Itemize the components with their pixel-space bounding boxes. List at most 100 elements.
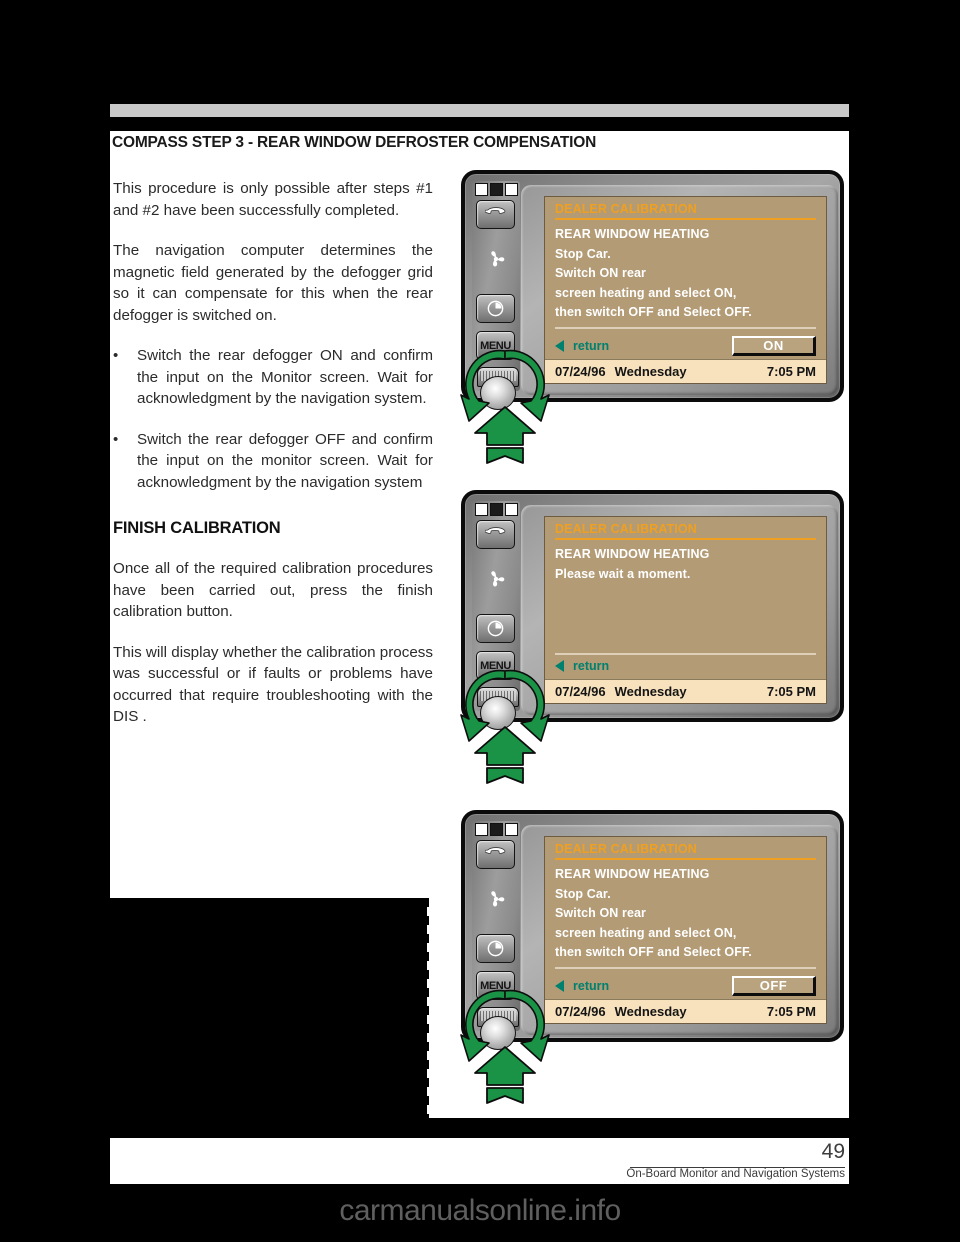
led-indicator-3 bbox=[505, 183, 518, 196]
led-indicator-3 bbox=[505, 503, 518, 516]
return-arrow-icon bbox=[555, 980, 564, 992]
fan-snowflake-icon bbox=[484, 247, 508, 271]
screen-action-row: return OFF bbox=[545, 975, 826, 997]
clock-icon bbox=[487, 940, 504, 957]
status-date: 07/24/96 bbox=[555, 1004, 606, 1019]
display-screen-1: DEALER CALIBRATION REAR WINDOW HEATING S… bbox=[544, 196, 827, 384]
fan-snowflake-icon bbox=[484, 567, 508, 591]
screen-line: then switch OFF and Select OFF. bbox=[555, 945, 752, 959]
phone-handset-icon bbox=[484, 847, 505, 854]
led-indicator-2 bbox=[490, 823, 503, 836]
footer-subtitle: On-Board Monitor and Navigation Systems bbox=[626, 1168, 845, 1180]
status-bar: 07/24/96 Wednesday 7:05 PM bbox=[545, 359, 826, 383]
screen-title: DEALER CALIBRATION bbox=[555, 522, 697, 536]
screen-line: screen heating and select ON, bbox=[555, 285, 737, 300]
fan-snowflake-icon bbox=[484, 887, 508, 911]
paragraph-2: The navigation computer determines the m… bbox=[113, 242, 433, 324]
page-footer: 49 On-Board Monitor and Navigation Syste… bbox=[110, 1138, 849, 1184]
return-arrow-icon bbox=[555, 340, 564, 352]
status-time: 7:05 PM bbox=[766, 364, 816, 379]
header-rule bbox=[110, 104, 849, 117]
screen-title-rule bbox=[555, 218, 816, 220]
clock-button[interactable] bbox=[476, 294, 515, 323]
phone-button[interactable] bbox=[476, 840, 515, 869]
body-text-column: This procedure is only possible after st… bbox=[113, 178, 433, 747]
display-screen-3: DEALER CALIBRATION REAR WINDOW HEATING S… bbox=[544, 836, 827, 1024]
clock-icon bbox=[487, 620, 504, 637]
status-day: Wednesday bbox=[614, 684, 687, 699]
status-bar: 07/24/96 Wednesday 7:05 PM bbox=[545, 679, 826, 703]
site-watermark: carmanualsonline.info bbox=[339, 1194, 621, 1227]
screen-line: Please wait a moment. bbox=[555, 566, 691, 581]
screen-title-rule bbox=[555, 858, 816, 860]
option-button-label: OFF bbox=[759, 978, 788, 993]
screen-footer-rule bbox=[555, 326, 816, 329]
return-button[interactable]: return bbox=[573, 659, 609, 673]
clock-button[interactable] bbox=[476, 614, 515, 643]
screen-action-row: return ON bbox=[545, 335, 826, 357]
screen-line: Stop Car. bbox=[555, 886, 611, 901]
phone-button[interactable] bbox=[476, 200, 515, 229]
bullet-marker-icon: • bbox=[113, 430, 119, 448]
bullet-1-text: Switch the rear defogger ON and confirm … bbox=[137, 347, 433, 407]
section-heading: FINISH CALIBRATION bbox=[113, 519, 281, 537]
page-number: 49 bbox=[821, 1140, 845, 1163]
bullet-marker-icon: • bbox=[113, 347, 119, 364]
return-button[interactable]: return bbox=[573, 979, 609, 993]
rotate-and-press-arrows bbox=[460, 349, 550, 464]
fan-blades-icon bbox=[491, 571, 505, 587]
option-button[interactable]: ON bbox=[732, 336, 816, 356]
led-indicator-1 bbox=[475, 823, 488, 836]
rotate-and-press-arrows bbox=[460, 669, 550, 784]
knob-press-annotation-2 bbox=[455, 665, 555, 795]
page-title: COMPASS STEP 3 - REAR WINDOW DEFROSTER C… bbox=[112, 134, 597, 151]
status-date: 07/24/96 bbox=[555, 684, 606, 699]
return-button[interactable]: return bbox=[573, 339, 609, 353]
return-arrow-icon bbox=[555, 660, 564, 672]
phone-button[interactable] bbox=[476, 520, 515, 549]
status-day: Wednesday bbox=[614, 1004, 687, 1019]
bullet-2-text: Switch the rear defogger OFF and confirm… bbox=[137, 430, 433, 491]
bullet-item-2: • Switch the rear defogger OFF and confi… bbox=[113, 429, 433, 494]
option-button[interactable]: OFF bbox=[732, 976, 816, 996]
screen-title-rule bbox=[555, 538, 816, 540]
screen-title: DEALER CALIBRATION bbox=[555, 842, 697, 856]
option-button-label: ON bbox=[763, 338, 784, 353]
phone-handset-icon bbox=[484, 207, 505, 214]
clock-button[interactable] bbox=[476, 934, 515, 963]
display-screen-2: DEALER CALIBRATION REAR WINDOW HEATING P… bbox=[544, 516, 827, 704]
screen-action-row: return bbox=[545, 655, 826, 677]
fan-blades-icon bbox=[491, 251, 505, 267]
panel-dashed-edge bbox=[427, 898, 429, 1120]
led-indicator-row bbox=[475, 823, 518, 836]
screen-title: DEALER CALIBRATION bbox=[555, 202, 697, 216]
fan-blades-icon bbox=[491, 891, 505, 907]
screen-line: REAR WINDOW HEATING bbox=[555, 867, 710, 881]
screen-line: Switch ON rear bbox=[555, 906, 647, 920]
status-bar: 07/24/96 Wednesday 7:05 PM bbox=[545, 999, 826, 1023]
status-day: Wednesday bbox=[614, 364, 687, 379]
screen-line: Switch ON rear bbox=[555, 266, 647, 280]
screen-line: screen heating and select ON, bbox=[555, 925, 737, 940]
led-indicator-2 bbox=[490, 503, 503, 516]
led-indicator-2 bbox=[490, 183, 503, 196]
manual-page: COMPASS STEP 3 - REAR WINDOW DEFROSTER C… bbox=[0, 0, 960, 1242]
led-indicator-row bbox=[475, 183, 518, 196]
screen-footer-rule bbox=[555, 966, 816, 969]
paragraph-4: This will display whether the calibratio… bbox=[113, 643, 433, 726]
status-time: 7:05 PM bbox=[766, 1004, 816, 1019]
clock-icon bbox=[487, 300, 504, 317]
screen-line: Stop Car. bbox=[555, 246, 611, 261]
led-indicator-1 bbox=[475, 503, 488, 516]
rotate-and-press-arrows bbox=[460, 989, 550, 1104]
knob-press-annotation-1 bbox=[455, 345, 555, 475]
knob-press-annotation-3 bbox=[455, 985, 555, 1115]
paragraph-3: Once all of the required calibration pro… bbox=[113, 560, 433, 620]
led-indicator-3 bbox=[505, 823, 518, 836]
led-indicator-1 bbox=[475, 183, 488, 196]
screen-line: then switch OFF and Select OFF. bbox=[555, 305, 752, 319]
bullet-item-1: • Switch the rear defogger ON and confir… bbox=[113, 345, 433, 410]
screen-line: REAR WINDOW HEATING bbox=[555, 227, 710, 241]
led-indicator-row bbox=[475, 503, 518, 516]
status-time: 7:05 PM bbox=[766, 684, 816, 699]
